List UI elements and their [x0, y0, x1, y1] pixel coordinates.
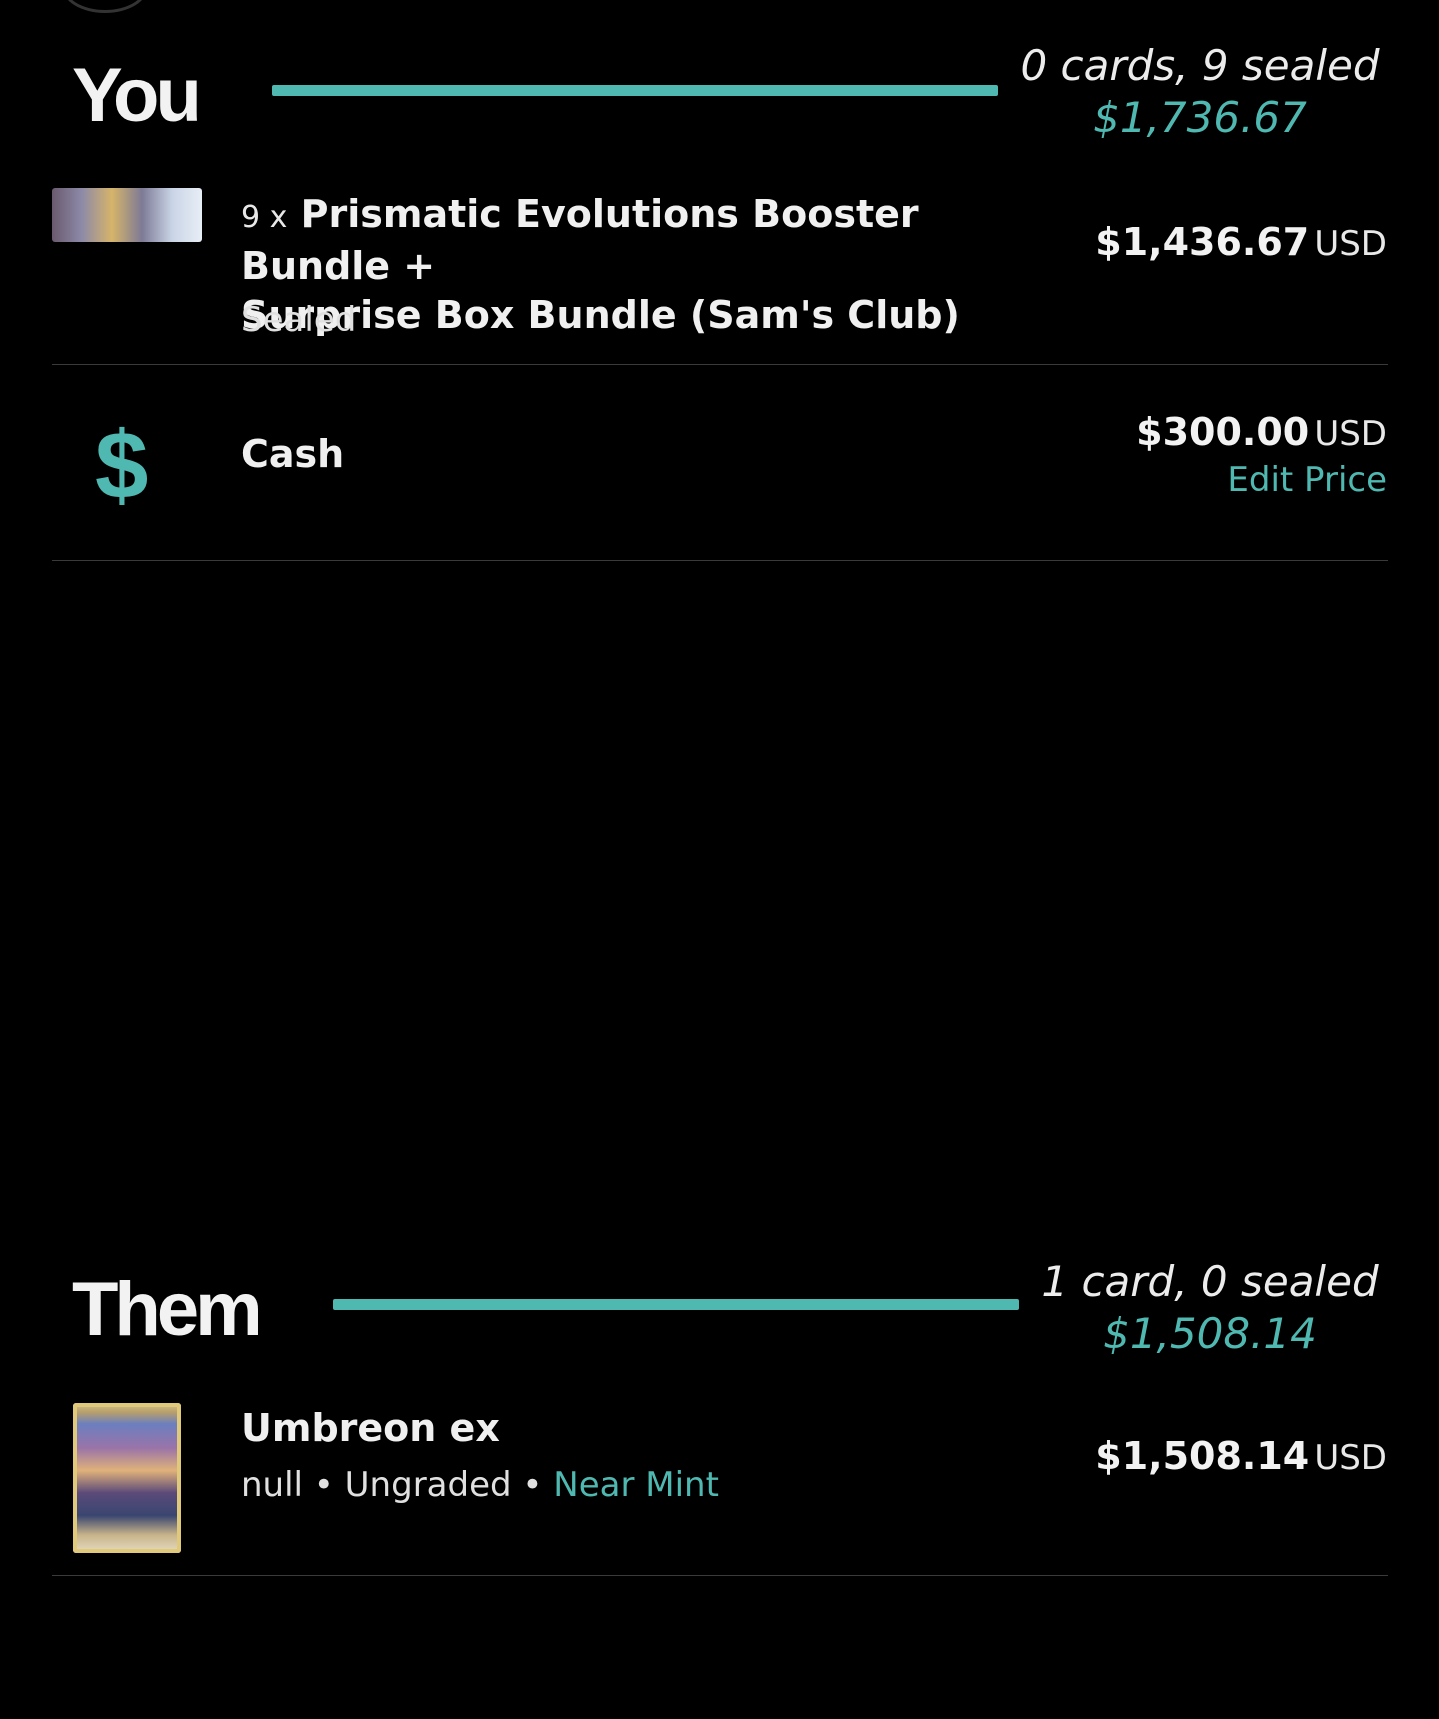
booster-bundle-image: [52, 188, 202, 242]
them-item-details: null • Ungraded • Near Mint: [241, 1465, 719, 1505]
them-item-price-currency: USD: [1314, 1438, 1387, 1478]
them-summary: 1 card, 0 sealed $1,508.14: [1040, 1256, 1380, 1360]
you-item-name-line1: Prismatic Evolutions Booster Bundle +: [241, 192, 919, 288]
you-item-type: Sealed: [241, 300, 357, 340]
separator-dot: •: [303, 1465, 345, 1505]
you-item-price-amount: $1,436.67: [1095, 220, 1310, 264]
you-section-bar: [272, 85, 998, 96]
them-section-bar: [333, 1299, 1019, 1310]
dollar-icon: $: [95, 412, 149, 519]
edit-price-link[interactable]: Edit Price: [1227, 460, 1387, 500]
them-total-value: $1,508.14: [1103, 1309, 1317, 1358]
you-summary: 0 cards, 9 sealed $1,736.67: [1020, 40, 1380, 144]
them-item-price: $1,508.14 USD: [1095, 1434, 1387, 1478]
you-item-price-currency: USD: [1314, 224, 1387, 264]
you-item-price: $1,436.67 USD: [1095, 220, 1387, 264]
cash-label: Cash: [241, 432, 345, 476]
them-item-grade: Ungraded: [344, 1465, 512, 1505]
separator-dot: •: [511, 1465, 554, 1505]
divider: [52, 1575, 1388, 1576]
umbreon-card-image: [73, 1403, 181, 1553]
you-item-count: 0 cards, 9 sealed: [1020, 41, 1380, 90]
them-item-set: null: [241, 1465, 303, 1505]
you-section-title: You: [72, 53, 202, 138]
them-item-count: 1 card, 0 sealed: [1041, 1257, 1379, 1306]
avatar-partial: [62, 0, 148, 13]
divider: [52, 560, 1388, 561]
cash-price-currency: USD: [1314, 414, 1387, 454]
them-item-condition[interactable]: Near Mint: [553, 1465, 719, 1505]
divider: [52, 364, 1388, 365]
you-item-quantity: 9 x: [241, 200, 288, 235]
them-item-name[interactable]: Umbreon ex: [241, 1404, 500, 1453]
them-item-price-amount: $1,508.14: [1095, 1434, 1310, 1478]
them-section-title: Them: [72, 1267, 263, 1352]
cash-price-amount: $300.00: [1136, 410, 1310, 454]
cash-price: $300.00 USD: [1136, 410, 1387, 454]
you-item-name[interactable]: 9 x Prismatic Evolutions Booster Bundle …: [241, 190, 1061, 340]
you-total-value: $1,736.67: [1093, 93, 1307, 142]
